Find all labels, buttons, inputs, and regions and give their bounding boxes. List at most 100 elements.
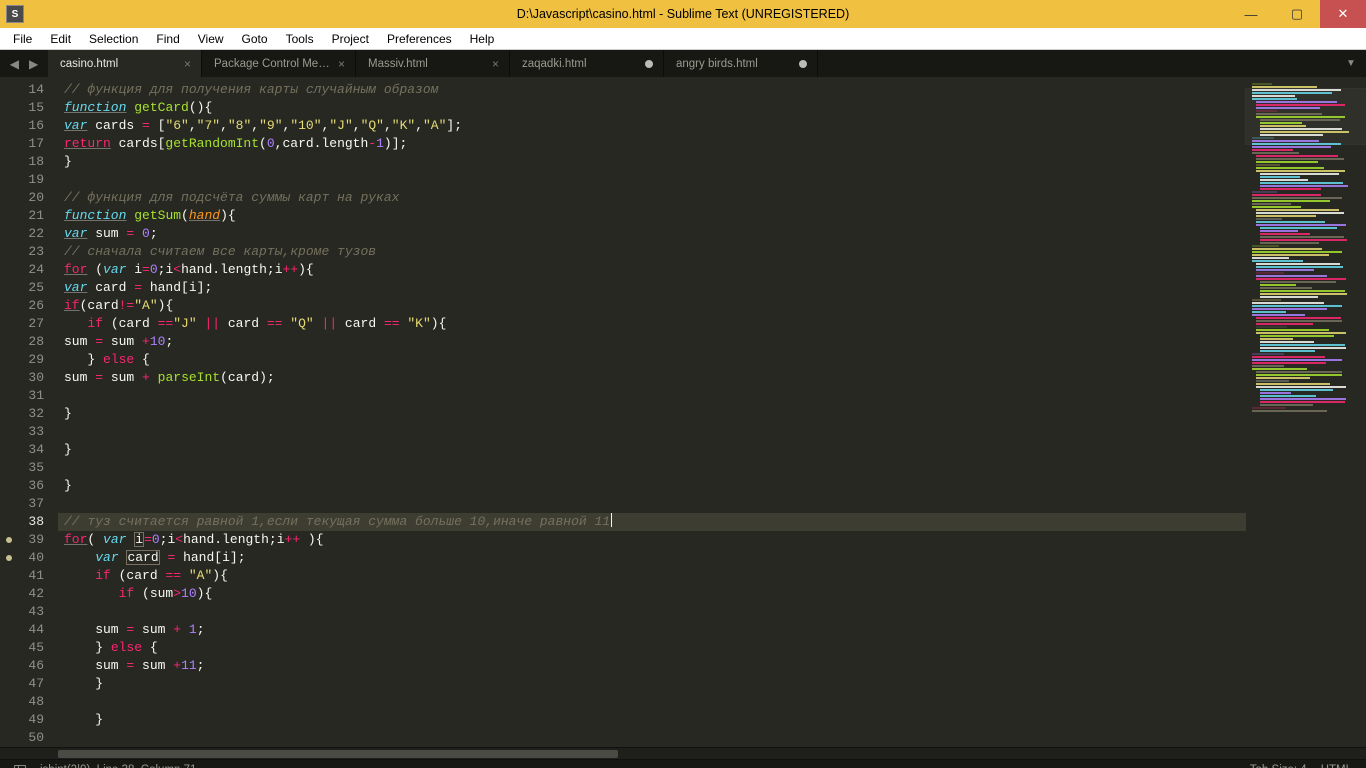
tab-2[interactable]: Massiv.html× xyxy=(356,50,510,77)
code-line[interactable]: sum = sum +11; xyxy=(58,657,1246,675)
code-line[interactable]: } xyxy=(58,405,1246,423)
menu-goto[interactable]: Goto xyxy=(233,30,277,48)
nav-forward-icon[interactable]: ▶ xyxy=(29,57,38,71)
line-number[interactable]: 17 xyxy=(0,135,44,153)
line-number[interactable]: 25 xyxy=(0,279,44,297)
editor-area[interactable]: 1415161718192021222324252627282930313233… xyxy=(0,77,1366,747)
line-number[interactable]: 50 xyxy=(0,729,44,747)
line-number[interactable]: 27 xyxy=(0,315,44,333)
code-line[interactable]: // туз считается равной 1,если текущая с… xyxy=(58,513,1246,531)
line-number[interactable]: 20 xyxy=(0,189,44,207)
horizontal-scrollbar[interactable] xyxy=(0,747,1366,759)
code-line[interactable]: // функция для получения карты случайным… xyxy=(58,81,1246,99)
line-number[interactable]: 19 xyxy=(0,171,44,189)
menu-preferences[interactable]: Preferences xyxy=(378,30,461,48)
nav-back-icon[interactable]: ◀ xyxy=(10,57,19,71)
code-line[interactable] xyxy=(58,459,1246,477)
line-number[interactable]: 32 xyxy=(0,405,44,423)
line-number[interactable]: 28 xyxy=(0,333,44,351)
line-number[interactable]: 37 xyxy=(0,495,44,513)
menu-tools[interactable]: Tools xyxy=(277,30,323,48)
tab-4[interactable]: angry birds.html xyxy=(664,50,818,77)
minimap[interactable] xyxy=(1246,77,1366,747)
code-line[interactable]: } xyxy=(58,153,1246,171)
code-line[interactable]: } else { xyxy=(58,351,1246,369)
line-number[interactable]: 35 xyxy=(0,459,44,477)
tab-close-icon[interactable]: × xyxy=(486,57,499,71)
line-number[interactable]: 49 xyxy=(0,711,44,729)
code-line[interactable]: function getSum(hand){ xyxy=(58,207,1246,225)
menu-find[interactable]: Find xyxy=(147,30,188,48)
menu-edit[interactable]: Edit xyxy=(41,30,80,48)
line-number[interactable]: 44 xyxy=(0,621,44,639)
line-number[interactable]: 41 xyxy=(0,567,44,585)
minimize-button[interactable]: — xyxy=(1228,0,1274,28)
line-number[interactable]: 21 xyxy=(0,207,44,225)
menu-help[interactable]: Help xyxy=(461,30,504,48)
close-button[interactable]: ✕ xyxy=(1320,0,1366,28)
line-number[interactable]: 42 xyxy=(0,585,44,603)
code-line[interactable]: } xyxy=(58,441,1246,459)
tab-overflow-button[interactable]: ▼ xyxy=(1336,50,1366,77)
code-line[interactable] xyxy=(58,603,1246,621)
line-number[interactable]: 33 xyxy=(0,423,44,441)
line-number[interactable]: 26 xyxy=(0,297,44,315)
code-line[interactable]: var cards = ["6","7","8","9","10","J","Q… xyxy=(58,117,1246,135)
line-number[interactable]: 38 xyxy=(0,513,44,531)
status-left-text[interactable]: jshint(2|0), Line 38, Column 71 xyxy=(40,764,196,768)
code-line[interactable]: var card = hand[i]; xyxy=(58,549,1246,567)
code-line[interactable]: } xyxy=(58,477,1246,495)
menu-selection[interactable]: Selection xyxy=(80,30,147,48)
code-line[interactable]: var sum = 0; xyxy=(58,225,1246,243)
line-number[interactable]: 30 xyxy=(0,369,44,387)
line-number[interactable]: 14 xyxy=(0,81,44,99)
code-line[interactable]: if (card == "A"){ xyxy=(58,567,1246,585)
line-number[interactable]: 46 xyxy=(0,657,44,675)
line-number[interactable]: 36 xyxy=(0,477,44,495)
code-line[interactable]: sum = sum +10; xyxy=(58,333,1246,351)
line-number[interactable]: 22 xyxy=(0,225,44,243)
nav-arrows[interactable]: ◀ ▶ xyxy=(0,50,48,77)
code-line[interactable]: } xyxy=(58,675,1246,693)
line-number[interactable]: 29 xyxy=(0,351,44,369)
code-line[interactable]: sum = sum + 1; xyxy=(58,621,1246,639)
line-number-gutter[interactable]: 1415161718192021222324252627282930313233… xyxy=(0,77,58,747)
code-line[interactable]: for (var i=0;i<hand.length;i++){ xyxy=(58,261,1246,279)
code-line[interactable]: } xyxy=(58,711,1246,729)
code-line[interactable]: if (sum>10){ xyxy=(58,585,1246,603)
line-number[interactable]: 34 xyxy=(0,441,44,459)
code-content[interactable]: // функция для получения карты случайным… xyxy=(58,77,1246,747)
menu-view[interactable]: View xyxy=(189,30,233,48)
code-line[interactable]: // сначала считаем все карты,кроме тузов xyxy=(58,243,1246,261)
line-number[interactable]: 23 xyxy=(0,243,44,261)
code-line[interactable]: if (card =="J" || card == "Q" || card ==… xyxy=(58,315,1246,333)
menu-project[interactable]: Project xyxy=(323,30,378,48)
line-number[interactable]: 45 xyxy=(0,639,44,657)
line-number[interactable]: 18 xyxy=(0,153,44,171)
code-line[interactable]: return cards[getRandomInt(0,card.length-… xyxy=(58,135,1246,153)
code-line[interactable]: sum = sum + parseInt(card); xyxy=(58,369,1246,387)
window-titlebar[interactable]: S D:\Javascript\casino.html - Sublime Te… xyxy=(0,0,1366,28)
status-syntax[interactable]: HTML xyxy=(1321,764,1352,768)
code-line[interactable]: } else { xyxy=(58,639,1246,657)
code-line[interactable]: var card = hand[i]; xyxy=(58,279,1246,297)
line-number[interactable]: 24 xyxy=(0,261,44,279)
code-line[interactable] xyxy=(58,387,1246,405)
code-line[interactable] xyxy=(58,171,1246,189)
tab-3[interactable]: zaqadki.html xyxy=(510,50,664,77)
line-number[interactable]: 43 xyxy=(0,603,44,621)
line-number[interactable]: 48 xyxy=(0,693,44,711)
code-line[interactable] xyxy=(58,423,1246,441)
code-line[interactable]: function getCard(){ xyxy=(58,99,1246,117)
line-number[interactable]: 16 xyxy=(0,117,44,135)
tab-0[interactable]: casino.html× xyxy=(48,50,202,77)
code-line[interactable] xyxy=(58,495,1246,513)
line-number[interactable]: 39 xyxy=(0,531,44,549)
code-line[interactable] xyxy=(58,729,1246,747)
maximize-button[interactable]: ▢ xyxy=(1274,0,1320,28)
code-line[interactable]: if(card!="A"){ xyxy=(58,297,1246,315)
horizontal-scrollbar-thumb[interactable] xyxy=(58,750,618,758)
code-line[interactable] xyxy=(58,693,1246,711)
line-number[interactable]: 31 xyxy=(0,387,44,405)
tab-close-icon[interactable]: × xyxy=(332,57,345,71)
